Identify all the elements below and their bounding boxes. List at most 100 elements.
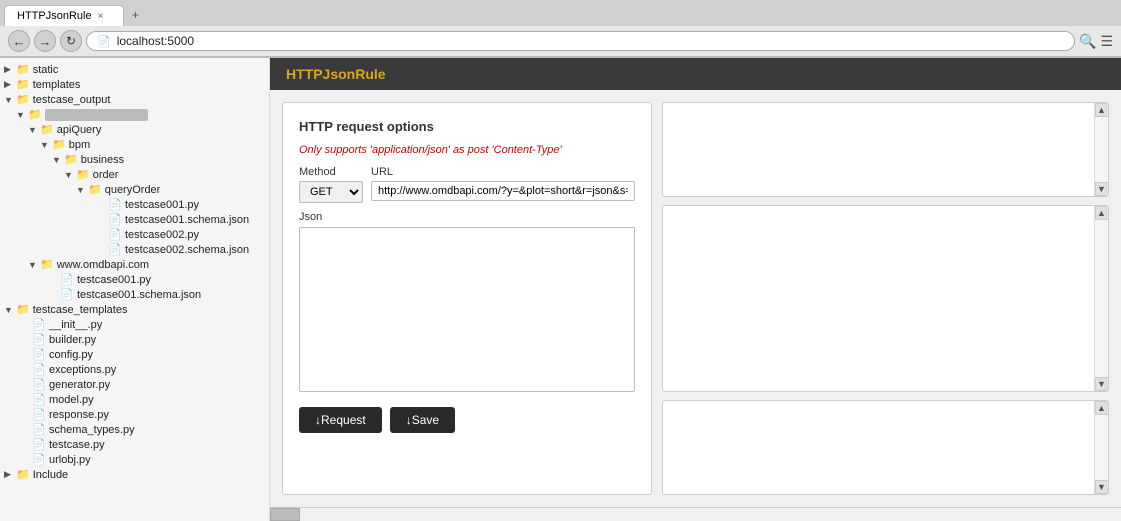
method-select[interactable]: GET POST [299, 181, 363, 203]
tree-label: testcase002.schema.json [125, 244, 249, 256]
folder-icon: 📁 [40, 123, 54, 136]
tree-item-schema-types-py[interactable]: 📄 schema_types.py [0, 422, 269, 437]
url-label: URL [371, 166, 635, 178]
request-btn[interactable]: ↓Request [299, 407, 382, 433]
tree-item-generator-py[interactable]: 📄 generator.py [0, 377, 269, 392]
scroll-down-arrow[interactable]: ▼ [1095, 480, 1109, 494]
scroll-down-arrow[interactable]: ▼ [1095, 377, 1109, 391]
folder-icon: 📁 [52, 138, 66, 151]
tree-item-business[interactable]: ▼ 📁 business [0, 152, 269, 167]
json-label: Json [299, 211, 635, 223]
arrow-icon: ▼ [64, 170, 76, 180]
method-label: Method [299, 166, 363, 178]
tree-item-builder-py[interactable]: 📄 builder.py [0, 332, 269, 347]
tree-label: testcase_output [33, 94, 111, 106]
arrow-icon: ▼ [28, 260, 40, 270]
arrow-icon: ▼ [76, 185, 88, 195]
file-tree-sidebar: ▶ 📁 static ▶ 📁 templates ▼ 📁 testcase_ou… [0, 58, 270, 521]
file-icon: 📄 [32, 333, 46, 346]
file-icon: 📄 [60, 273, 74, 286]
address-bar[interactable]: 📄 localhost:5000 [86, 31, 1075, 51]
tree-item-root-greyed[interactable]: ▼ 📁 [0, 107, 269, 122]
tree-item-www-testcase001schema[interactable]: 📄 testcase001.schema.json [0, 287, 269, 302]
scroll-up-arrow[interactable]: ▲ [1095, 401, 1109, 415]
menu-btn[interactable]: ☰ [1100, 33, 1113, 50]
tree-label: www.omdbapi.com [57, 259, 149, 271]
scroll-track [1095, 117, 1108, 182]
tree-item-include[interactable]: ▶ 📁 Include [0, 467, 269, 482]
tree-item-bpm[interactable]: ▼ 📁 bpm [0, 137, 269, 152]
tree-item-www-testcase001py[interactable]: 📄 testcase001.py [0, 272, 269, 287]
tree-item-templates[interactable]: ▶ 📁 templates [0, 77, 269, 92]
folder-icon: 📁 [64, 153, 78, 166]
folder-icon: 📁 [16, 303, 30, 316]
forward-btn[interactable]: → [34, 30, 56, 52]
tree-label: static [33, 64, 59, 76]
file-icon: 📄 [32, 423, 46, 436]
url-col: URL [371, 166, 635, 201]
back-btn[interactable]: ← [8, 30, 30, 52]
app-title: HTTPJsonRule [286, 66, 386, 82]
tree-label: apiQuery [57, 124, 102, 136]
tree-item-testcase-output[interactable]: ▼ 📁 testcase_output [0, 92, 269, 107]
h-scroll-thumb[interactable] [270, 508, 300, 521]
tree-item-testcase-py[interactable]: 📄 testcase.py [0, 437, 269, 452]
arrow-icon: ▼ [40, 140, 52, 150]
arrow-icon: ▶ [4, 64, 16, 75]
tree-label: __init__.py [49, 319, 102, 331]
refresh-btn[interactable]: ↻ [60, 30, 82, 52]
top-panel-scrollbar: ▲ ▼ [1094, 103, 1108, 196]
save-btn[interactable]: ↓Save [390, 407, 455, 433]
main-content: HTTP request options Only supports 'appl… [270, 90, 1121, 507]
main-layout: ▶ 📁 static ▶ 📁 templates ▼ 📁 testcase_ou… [0, 58, 1121, 521]
tree-label: generator.py [49, 379, 110, 391]
tree-item-urlobj-py[interactable]: 📄 urlobj.py [0, 452, 269, 467]
app-header: HTTPJsonRule [270, 58, 1121, 90]
url-input[interactable] [371, 181, 635, 201]
tree-item-wwwomdbapi[interactable]: ▼ 📁 www.omdbapi.com [0, 257, 269, 272]
json-textarea[interactable] [299, 227, 635, 392]
scroll-up-arrow[interactable]: ▲ [1095, 103, 1109, 117]
file-icon: 📄 [108, 213, 122, 226]
tree-item-init-py[interactable]: 📄 __init__.py [0, 317, 269, 332]
tree-label: testcase_templates [33, 304, 128, 316]
tree-item-static[interactable]: ▶ 📁 static [0, 62, 269, 77]
nav-actions: 🔍 ☰ [1079, 33, 1113, 50]
h-scroll-track [300, 508, 1121, 521]
tree-label: testcase001.schema.json [125, 214, 249, 226]
scroll-up-arrow[interactable]: ▲ [1095, 206, 1109, 220]
tree-item-apiquery[interactable]: ▼ 📁 apiQuery [0, 122, 269, 137]
tree-item-testcase001schema[interactable]: 📄 testcase001.schema.json [0, 212, 269, 227]
tree-item-testcase002py[interactable]: 📄 testcase002.py [0, 227, 269, 242]
tree-item-response-py[interactable]: 📄 response.py [0, 407, 269, 422]
tree-label: business [81, 154, 124, 166]
page-icon: 📄 [97, 35, 111, 48]
tree-item-testcase-templates[interactable]: ▼ 📁 testcase_templates [0, 302, 269, 317]
browser-tab-active[interactable]: HTTPJsonRule × [4, 5, 124, 26]
tree-label: model.py [49, 394, 94, 406]
http-request-panel: HTTP request options Only supports 'appl… [282, 102, 652, 495]
scroll-down-arrow[interactable]: ▼ [1095, 182, 1109, 196]
tree-label: urlobj.py [49, 454, 91, 466]
tree-item-order[interactable]: ▼ 📁 order [0, 167, 269, 182]
tree-item-model-py[interactable]: 📄 model.py [0, 392, 269, 407]
tree-item-testcase001py[interactable]: 📄 testcase001.py [0, 197, 269, 212]
tree-label: schema_types.py [49, 424, 135, 436]
arrow-icon: ▼ [4, 95, 16, 105]
method-col: Method GET POST [299, 166, 363, 203]
right-panel-top: ▲ ▼ [662, 102, 1109, 197]
tree-item-config-py[interactable]: 📄 config.py [0, 347, 269, 362]
tree-item-testcase002schema[interactable]: 📄 testcase002.schema.json [0, 242, 269, 257]
folder-icon: 📁 [88, 183, 102, 196]
tree-item-queryorder[interactable]: ▼ 📁 queryOrder [0, 182, 269, 197]
tree-label-greyed [45, 109, 148, 121]
browser-chrome: HTTPJsonRule × + ← → ↻ 📄 localhost:5000 … [0, 0, 1121, 58]
tab-close-btn[interactable]: × [98, 11, 104, 22]
search-btn[interactable]: 🔍 [1079, 33, 1096, 50]
file-icon: 📄 [32, 438, 46, 451]
new-tab-btn[interactable]: + [124, 4, 147, 26]
folder-icon: 📁 [28, 108, 42, 121]
tree-item-exceptions-py[interactable]: 📄 exceptions.py [0, 362, 269, 377]
tree-label: Include [33, 469, 68, 481]
tree-label: templates [33, 79, 81, 91]
